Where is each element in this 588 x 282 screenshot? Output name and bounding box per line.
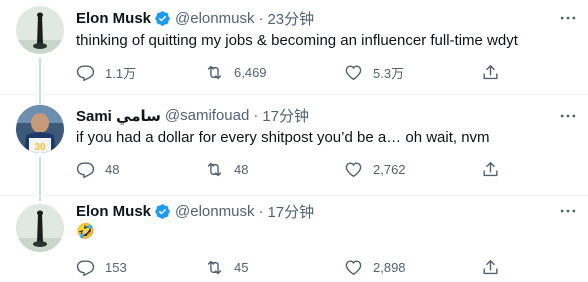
- avatar[interactable]: [16, 204, 64, 252]
- verified-badge-icon: [154, 10, 171, 27]
- avatar[interactable]: 30: [16, 105, 64, 153]
- tweet-header: Sami سامي @samifouad · 17分钟: [76, 105, 309, 126]
- like-icon: [345, 259, 362, 275]
- tweet[interactable]: Elon Musk @elonmusk · 23分钟 thinking of q…: [0, 0, 588, 94]
- user-handle[interactable]: @elonmusk: [175, 203, 254, 220]
- more-icon[interactable]: [558, 201, 578, 221]
- like-icon: [345, 161, 362, 177]
- share-icon: [483, 161, 498, 176]
- retweet-count: 6,469: [234, 64, 267, 80]
- retweet-button[interactable]: 45: [205, 258, 248, 277]
- retweet-count: 48: [234, 161, 249, 177]
- share-icon: [483, 259, 498, 274]
- reply-button[interactable]: 153: [76, 258, 127, 277]
- display-name[interactable]: Elon Musk: [76, 203, 151, 220]
- separator: ·: [258, 203, 264, 220]
- tweet[interactable]: 30 Sami سامي @samifouad · 17分钟 if you ha…: [0, 94, 588, 195]
- reply-icon: [76, 161, 95, 178]
- like-button[interactable]: 2,762: [344, 160, 406, 179]
- verified-badge-icon: [154, 203, 171, 220]
- retweet-count: 45: [234, 259, 249, 275]
- reply-icon: [76, 64, 95, 81]
- reply-icon: [76, 259, 95, 276]
- tweet[interactable]: Elon Musk @elonmusk · 17分钟 🤣 153 45 2,89…: [0, 195, 588, 282]
- action-bar: 1.1万 6,469 5.3万: [70, 57, 508, 87]
- separator: ·: [253, 107, 259, 124]
- retweet-icon: [207, 162, 222, 176]
- retweet-button[interactable]: 6,469: [205, 63, 267, 82]
- share-button[interactable]: [481, 258, 500, 277]
- share-button[interactable]: [481, 160, 500, 179]
- like-count: 2,898: [373, 259, 406, 275]
- tweet-header: Elon Musk @elonmusk · 23分钟: [76, 8, 314, 29]
- share-button[interactable]: [481, 63, 500, 82]
- reply-count: 153: [105, 259, 127, 275]
- tweet-text: thinking of quitting my jobs & becoming …: [76, 32, 518, 49]
- action-bar: 153 45 2,898: [70, 252, 508, 282]
- timestamp[interactable]: 17分钟: [267, 201, 314, 222]
- avatar[interactable]: [16, 6, 64, 54]
- separator: ·: [258, 10, 264, 27]
- retweet-button[interactable]: 48: [205, 160, 248, 179]
- tweet-text: if you had a dollar for every shitpost y…: [76, 129, 490, 146]
- like-button[interactable]: 2,898: [344, 258, 406, 277]
- tweet-text: 🤣: [76, 223, 95, 240]
- reply-count: 48: [105, 161, 120, 177]
- like-count: 5.3万: [373, 65, 405, 81]
- timestamp[interactable]: 17分钟: [262, 105, 309, 126]
- share-icon: [483, 64, 498, 79]
- action-bar: 48 48 2,762: [70, 154, 508, 184]
- display-name[interactable]: Elon Musk: [76, 10, 151, 27]
- reply-count: 1.1万: [105, 65, 137, 81]
- timestamp[interactable]: 23分钟: [267, 8, 314, 29]
- like-count: 2,762: [373, 161, 406, 177]
- user-handle[interactable]: @elonmusk: [175, 10, 254, 27]
- retweet-icon: [207, 260, 222, 274]
- reply-button[interactable]: 48: [76, 160, 119, 179]
- like-button[interactable]: 5.3万: [344, 63, 404, 82]
- jersey-number: 30: [34, 142, 46, 153]
- like-icon: [345, 64, 362, 80]
- tweet-header: Elon Musk @elonmusk · 17分钟: [76, 201, 314, 222]
- reply-button[interactable]: 1.1万: [76, 63, 136, 82]
- more-icon[interactable]: [558, 106, 578, 126]
- more-icon[interactable]: [558, 8, 578, 28]
- retweet-icon: [207, 65, 222, 79]
- display-name[interactable]: Sami سامي: [76, 107, 161, 125]
- user-handle[interactable]: @samifouad: [165, 107, 249, 124]
